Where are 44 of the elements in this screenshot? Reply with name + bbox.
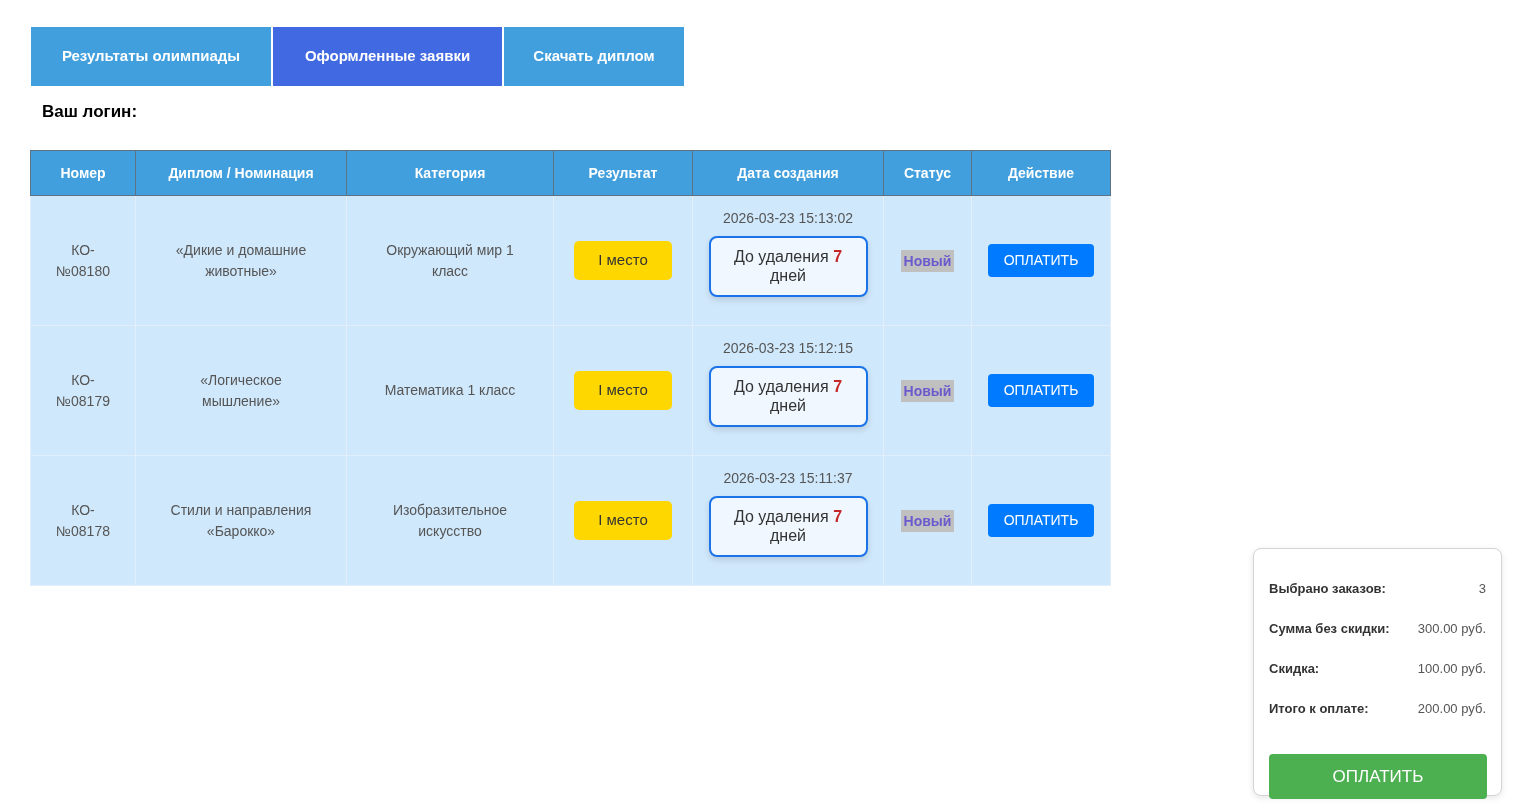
column-header: Статус — [883, 150, 972, 196]
table-cell: КО-№08180 — [30, 195, 136, 326]
column-header: Дата создания — [692, 150, 884, 196]
tab[interactable]: Результаты олимпиады — [31, 27, 271, 86]
summary-label: Скидка: — [1269, 660, 1320, 679]
creation-date: 2026-03-23 15:13:02 — [723, 208, 853, 227]
summary-label: Выбрано заказов: — [1269, 580, 1386, 599]
deletion-countdown: До удаления 7 дней — [708, 235, 868, 297]
table-cell: КО-№08178 — [30, 455, 136, 586]
table-cell: Изобразительное искусство — [346, 455, 554, 586]
table-cell: «Логическое мышление» — [135, 325, 347, 456]
summary-label: Итого к оплате: — [1269, 700, 1369, 719]
tab[interactable]: Оформленные заявки — [273, 27, 502, 86]
pay-button[interactable]: ОПЛАТИТЬ — [988, 374, 1094, 407]
result-badge: I место — [574, 241, 672, 280]
status-badge: Новый — [900, 249, 955, 272]
table-cell: Математика 1 класс — [346, 325, 554, 456]
table-cell: «Дикие и домашние животные» — [135, 195, 347, 326]
summary-value: 100.00 руб. — [1417, 660, 1486, 679]
column-header: Диплом / Номинация — [135, 150, 347, 196]
summary-value: 300.00 руб. — [1417, 620, 1486, 639]
result-badge: I место — [574, 501, 672, 540]
summary-label: Сумма без скидки: — [1269, 620, 1390, 639]
creation-date: 2026-03-23 15:11:37 — [723, 468, 853, 487]
status-badge: Новый — [900, 379, 955, 402]
creation-date: 2026-03-23 15:12:15 — [723, 338, 853, 357]
column-header: Действие — [971, 150, 1111, 196]
pay-button[interactable]: ОПЛАТИТЬ — [988, 244, 1094, 277]
table-cell: КО-№08179 — [30, 325, 136, 456]
result-badge: I место — [574, 371, 672, 410]
pay-total-button[interactable]: ОПЛАТИТЬ — [1269, 754, 1487, 799]
pay-button[interactable]: ОПЛАТИТЬ — [988, 504, 1094, 537]
status-badge: Новый — [900, 509, 955, 532]
table-cell: Стили и направления «Барокко» — [135, 455, 347, 586]
deletion-countdown: До удаления 7 дней — [708, 495, 868, 557]
summary-value: 3 — [1478, 580, 1486, 599]
login-label: Ваш логин: — [42, 102, 138, 122]
tab[interactable]: Скачать диплом — [504, 27, 684, 86]
column-header: Категория — [346, 150, 554, 196]
table-cell: Окружающий мир 1 класс — [346, 195, 554, 326]
summary-value: 200.00 руб. — [1417, 700, 1486, 719]
column-header: Результат — [553, 150, 693, 196]
column-header: Номер — [30, 150, 136, 196]
deletion-countdown: До удаления 7 дней — [708, 365, 868, 427]
